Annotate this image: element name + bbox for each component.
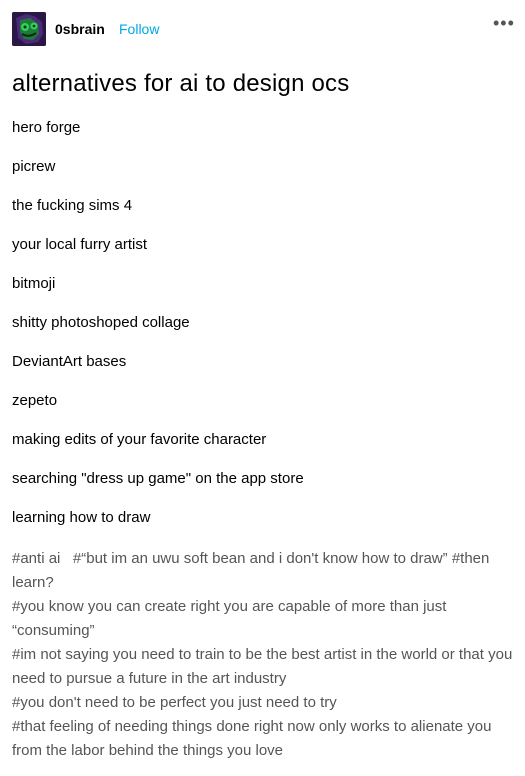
- post: 0sbrain Follow ••• alternatives for ai t…: [0, 0, 525, 776]
- post-title: alternatives for ai to design ocs: [12, 70, 350, 97]
- list-item: your local furry artist: [12, 236, 148, 253]
- tag-link[interactable]: #you know you can create right you are c…: [12, 598, 446, 639]
- post-header: 0sbrain Follow •••: [12, 12, 514, 48]
- tag-link[interactable]: #you don't need to be perfect you just n…: [12, 694, 337, 711]
- more-options-icon[interactable]: •••: [493, 14, 514, 36]
- username-link[interactable]: 0sbrain: [55, 21, 105, 37]
- follow-button[interactable]: Follow: [119, 21, 159, 37]
- list-item: hero forge: [12, 119, 81, 136]
- list-item: making edits of your favorite character: [12, 431, 267, 448]
- tag-link[interactable]: #anti ai: [12, 550, 60, 567]
- post-tags: #anti ai #“but im an uwu soft bean and i…: [12, 547, 517, 763]
- tag-link[interactable]: #“but im an uwu soft bean and i don't kn…: [73, 550, 448, 567]
- avatar[interactable]: [12, 12, 46, 46]
- tag-link[interactable]: #im not saying you need to train to be t…: [12, 646, 512, 687]
- list-item: the fucking sims 4: [12, 197, 133, 214]
- list-item: zepeto: [12, 392, 58, 409]
- list-item: shitty photoshoped collage: [12, 314, 190, 331]
- tag-link[interactable]: #that feeling of needing things done rig…: [12, 718, 492, 759]
- list-item: bitmoji: [12, 275, 56, 292]
- list-item: picrew: [12, 158, 56, 175]
- post-body-list: hero forge picrew the fucking sims 4 you…: [12, 118, 304, 547]
- avatar-image: [12, 12, 46, 46]
- list-item: DeviantArt bases: [12, 353, 127, 370]
- list-item: searching "dress up game" on the app sto…: [12, 470, 304, 487]
- list-item: learning how to draw: [12, 509, 151, 526]
